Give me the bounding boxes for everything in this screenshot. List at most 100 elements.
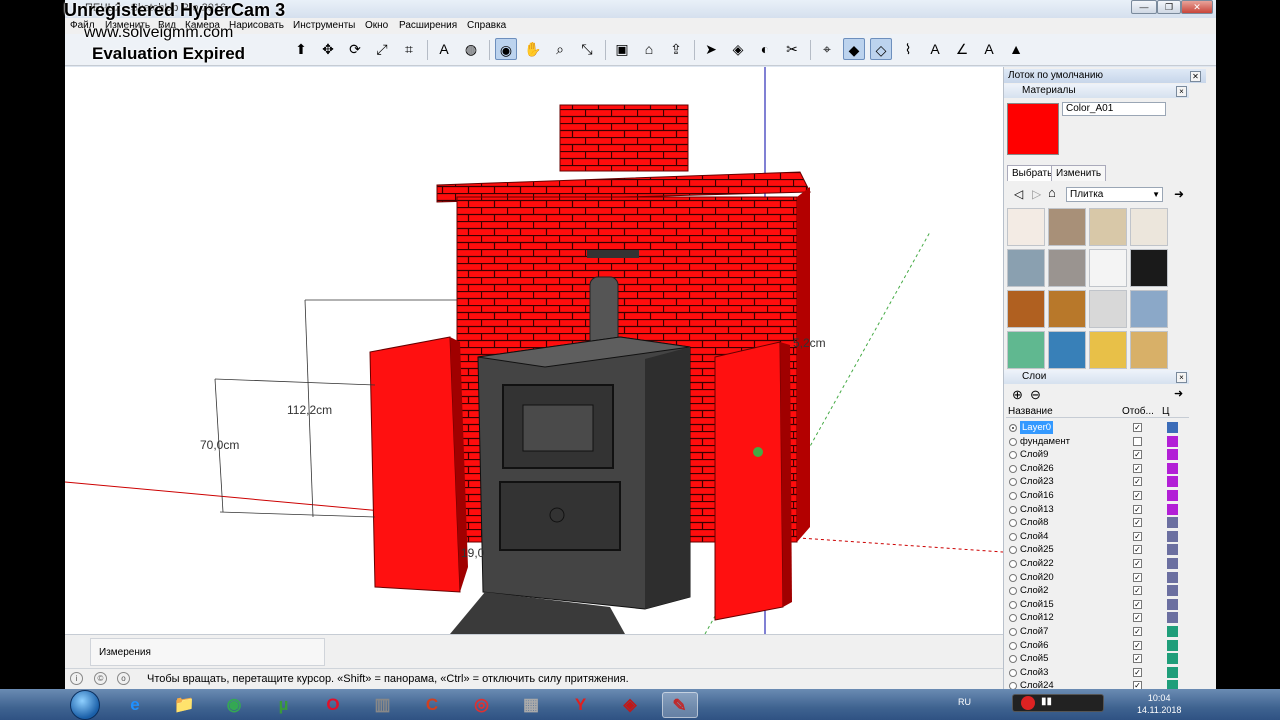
active-layer-radio[interactable]	[1009, 532, 1017, 541]
layer-color-swatch[interactable]	[1167, 612, 1178, 624]
texture-swatch[interactable]	[1007, 249, 1045, 287]
active-layer-radio[interactable]	[1009, 424, 1017, 432]
menu-window[interactable]: Окно	[365, 20, 388, 31]
layer-color-swatch[interactable]	[1167, 462, 1178, 474]
chrome-icon[interactable]: ◉	[216, 692, 252, 718]
layer-row[interactable]: Слой26 ✓	[1006, 462, 1189, 476]
dimension-text-gap[interactable]: 19,0	[461, 546, 485, 560]
model-canvas[interactable]: 112,2cm 70,0cm 5,2cm 19,0	[65, 67, 1003, 634]
layer-name[interactable]: Layer0	[1020, 421, 1054, 434]
tape-icon[interactable]: ⌗	[398, 38, 420, 60]
layer-row[interactable]: Слой12 ✓	[1006, 611, 1189, 625]
menu-tools[interactable]: Инструменты	[293, 20, 355, 31]
utorrent-icon[interactable]: µ	[266, 692, 302, 718]
rotate-icon[interactable]: ⟳	[344, 38, 366, 60]
active-layer-radio[interactable]	[1009, 505, 1017, 514]
layer-row[interactable]: Слой22 ✓	[1006, 557, 1189, 571]
layer-row[interactable]: Слой6 ✓	[1006, 639, 1189, 653]
texture-swatch[interactable]	[1089, 290, 1127, 328]
layer-row[interactable]: Слой2 ✓	[1006, 584, 1189, 598]
layer-name[interactable]: Слой15	[1020, 598, 1054, 611]
layer-name[interactable]: Слой9	[1020, 448, 1048, 461]
layer-visible-checkbox[interactable]: ✓	[1133, 586, 1142, 596]
dimension-text-side[interactable]: 5,2cm	[793, 336, 826, 350]
explorer-icon[interactable]: 📁	[167, 692, 203, 718]
active-layer-radio[interactable]	[1009, 573, 1017, 582]
start-button[interactable]	[70, 690, 100, 720]
layer-color-swatch[interactable]	[1167, 571, 1178, 583]
layer-row[interactable]: Слой8 ✓	[1006, 516, 1189, 530]
orbit-icon[interactable]: ◉	[495, 38, 517, 60]
active-layer-radio[interactable]	[1009, 492, 1017, 500]
layer-row[interactable]: Слой25 ✓	[1006, 543, 1189, 557]
layer-visible-checkbox[interactable]: ✓	[1133, 654, 1142, 664]
forward-arrow-icon[interactable]: ▷	[1032, 187, 1041, 201]
active-layer-radio[interactable]	[1009, 451, 1017, 460]
right-side-panel[interactable]	[714, 341, 784, 621]
layer-row[interactable]: Слой13 ✓	[1006, 503, 1189, 517]
layer-name[interactable]: Слой2	[1020, 584, 1048, 597]
menu-extensions[interactable]: Расширения	[399, 20, 457, 31]
ie-icon[interactable]: e	[117, 692, 153, 718]
layer-visible-checkbox[interactable]: ✓	[1133, 477, 1142, 487]
dimension-text-base[interactable]: 70,0cm	[200, 438, 239, 452]
active-layer-radio[interactable]	[1009, 464, 1017, 473]
component-icon[interactable]: ▣	[611, 38, 633, 60]
tab-edit[interactable]: Изменить	[1051, 165, 1107, 181]
recording-controls[interactable]: ▮▮	[1012, 694, 1104, 712]
record-stop-icon[interactable]	[1021, 696, 1035, 710]
layer-visible-checkbox[interactable]: ✓	[1133, 627, 1142, 636]
layer-visible-checkbox[interactable]: ✓	[1133, 518, 1142, 528]
layer-visible-checkbox[interactable]: ✓	[1133, 450, 1142, 460]
active-layer-radio[interactable]	[1009, 600, 1017, 609]
layers-collapse-button[interactable]: ×	[1176, 372, 1187, 383]
menu-help[interactable]: Справка	[467, 20, 506, 31]
push-pull-icon[interactable]: ⬆	[290, 38, 312, 60]
model-viewport[interactable]: 112,2cm 70,0cm 5,2cm 19,0	[65, 67, 1003, 634]
materials-collapse-button[interactable]: ×	[1176, 86, 1187, 97]
layer-name[interactable]: Слой23	[1020, 475, 1054, 488]
texture-swatch[interactable]	[1130, 290, 1168, 328]
tape-measure-icon[interactable]: ⌇	[897, 38, 919, 60]
zoom-icon[interactable]: ⌕	[549, 38, 571, 60]
layer-color-swatch[interactable]	[1167, 449, 1178, 461]
texture-swatch[interactable]	[1048, 208, 1086, 246]
select-icon[interactable]: ➤	[700, 38, 722, 60]
layer-name[interactable]: Слой12	[1020, 611, 1054, 624]
texture-swatch[interactable]	[1007, 331, 1045, 369]
credits-icon[interactable]: ©	[94, 672, 107, 685]
texture-swatch[interactable]	[1048, 290, 1086, 328]
ash-door[interactable]	[499, 481, 621, 551]
erase-icon-2[interactable]: ✂	[781, 38, 803, 60]
active-layer-radio[interactable]	[1009, 655, 1017, 664]
tray-close-button[interactable]: ✕	[1190, 71, 1201, 82]
layer-visible-checkbox[interactable]: ✓	[1133, 599, 1142, 609]
layer-name[interactable]: Слой8	[1020, 516, 1048, 529]
3d-text-icon[interactable]: A	[978, 38, 1000, 60]
layer-name[interactable]: Слой25	[1020, 543, 1054, 556]
app-icon[interactable]: ◈	[612, 692, 648, 718]
axes-icon[interactable]: ⌖	[816, 38, 838, 60]
layer-color-swatch[interactable]	[1167, 558, 1178, 569]
layer-name[interactable]: Слой16	[1020, 489, 1054, 502]
layer-name[interactable]: Слой5	[1020, 652, 1048, 665]
measurements-box[interactable]: Измерения	[90, 638, 325, 666]
layer-visible-checkbox[interactable]: ✓	[1133, 559, 1142, 568]
materials-header[interactable]: Материалы	[1004, 84, 1189, 98]
layer-name[interactable]: Слой26	[1020, 462, 1054, 475]
texture-swatch[interactable]	[1089, 331, 1127, 369]
layer-name[interactable]: Слой7	[1020, 625, 1048, 638]
chimney[interactable]	[559, 104, 689, 172]
layer-row[interactable]: фундамент	[1006, 435, 1189, 449]
pan-icon[interactable]: ✋	[522, 38, 544, 60]
texture-swatch[interactable]	[1048, 331, 1086, 369]
add-layer-icon[interactable]: ⊕	[1012, 387, 1023, 403]
layer-visible-checkbox[interactable]	[1133, 436, 1142, 446]
protractor-icon[interactable]: ∠	[951, 38, 973, 60]
layer-visible-checkbox[interactable]: ✓	[1133, 531, 1142, 541]
iso-view-icon[interactable]: ◆	[843, 38, 865, 60]
library-select[interactable]: Плитка ▼	[1066, 187, 1163, 202]
layer-color-swatch[interactable]	[1167, 490, 1178, 501]
col-visible[interactable]: Отоб...	[1122, 405, 1154, 418]
layer-color-swatch[interactable]	[1167, 544, 1178, 556]
